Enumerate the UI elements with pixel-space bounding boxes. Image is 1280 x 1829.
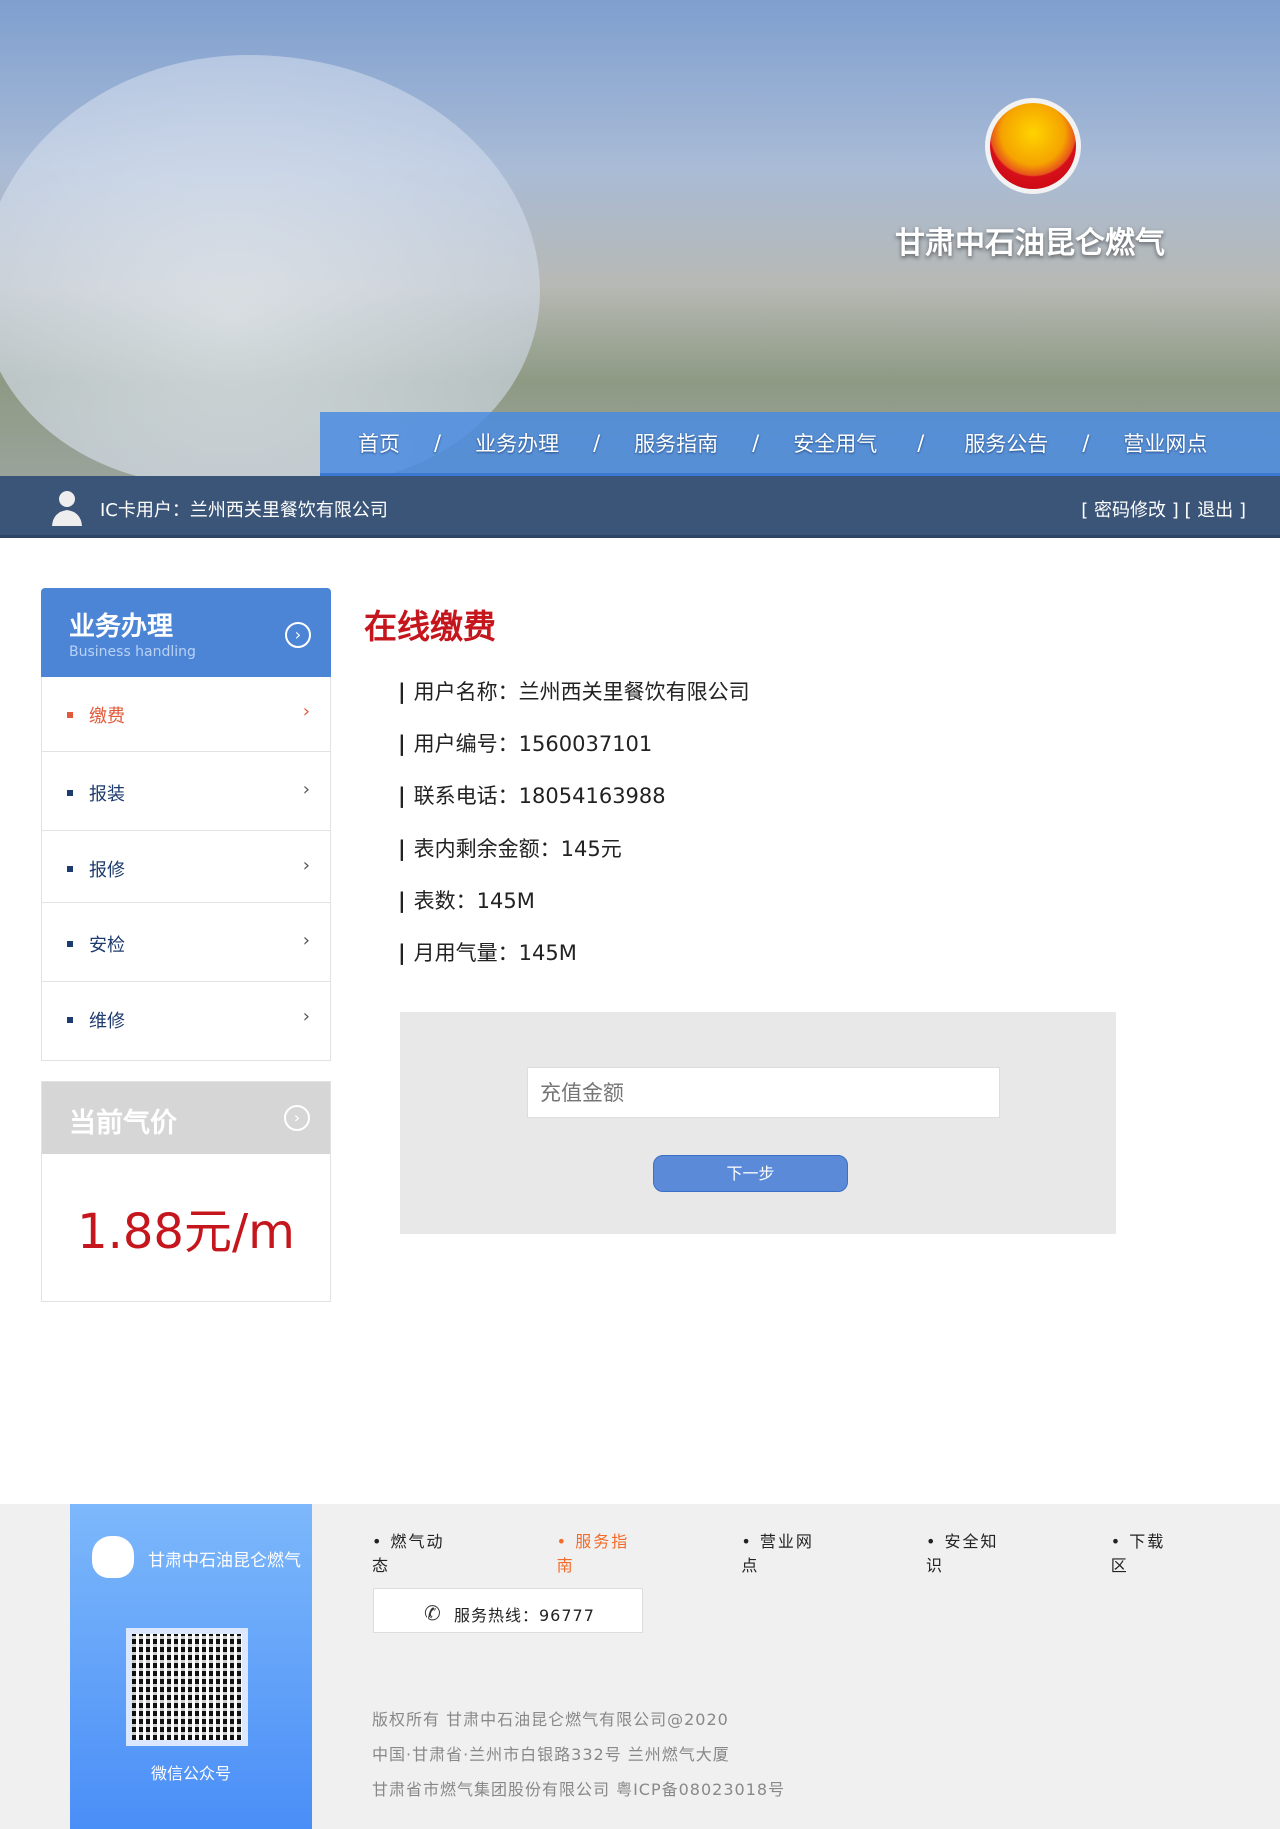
- copyright-line: 版权所有 甘肃中石油昆仑燃气有限公司@2020: [372, 1710, 729, 1729]
- footer-brand: 甘肃中石油昆仑燃气: [148, 1551, 301, 1571]
- company-logo-icon: [985, 98, 1081, 194]
- payment-form: 下一步: [400, 1012, 1116, 1234]
- nav-business[interactable]: 业务办理: [475, 428, 559, 458]
- footer: 甘肃中石油昆仑燃气 微信公众号 • 燃气动态 • 服务指南 • 营业网点 • 安…: [0, 1504, 1280, 1829]
- chevron-right-icon: ›: [302, 930, 310, 951]
- sidebar-title: 业务办理: [69, 612, 174, 642]
- sidebar-subtitle: Business handling: [69, 644, 196, 660]
- phone-icon: ✆: [424, 1601, 442, 1625]
- gas-price-value: 1.88元/m: [77, 1204, 295, 1260]
- logout-link[interactable]: [ 退出 ]: [1185, 500, 1247, 521]
- sidebar-item-payment[interactable]: 缴费 ›: [41, 677, 331, 752]
- chevron-right-circle-icon: ›: [284, 1105, 310, 1131]
- next-button[interactable]: 下一步: [653, 1155, 848, 1192]
- user-name: IC卡用户：兰州西关里餐饮有限公司: [100, 500, 388, 521]
- company-logo-icon: [92, 1536, 134, 1578]
- nav-outlets[interactable]: 营业网点: [1123, 428, 1207, 458]
- qr-label: 微信公众号: [150, 1764, 231, 1783]
- footer-nav: • 燃气动态 • 服务指南 • 营业网点 • 安全知识 • 下载区: [372, 1528, 1280, 1576]
- sidebar-header: 业务办理 Business handling ›: [41, 588, 331, 677]
- sidebar-item-install[interactable]: 报装 ›: [41, 752, 331, 831]
- info-balance: | 表内剩余金额：145元: [398, 837, 622, 861]
- chevron-right-icon: ›: [302, 1006, 310, 1027]
- footer-brand-panel: 甘肃中石油昆仑燃气 微信公众号: [70, 1504, 312, 1829]
- chevron-right-icon: ›: [302, 701, 310, 722]
- nav-separator: /: [1082, 430, 1090, 455]
- user-bar: IC卡用户：兰州西关里餐饮有限公司 [ 密码修改 ] [ 退出 ]: [0, 476, 1280, 538]
- footer-link-outlets[interactable]: • 营业网点: [741, 1528, 868, 1576]
- sidebar-item-label: 安检: [89, 935, 125, 956]
- page-title: 在线缴费: [364, 607, 496, 646]
- sidebar-item-repair-report[interactable]: 报修 ›: [41, 831, 331, 903]
- info-user-name: | 用户名称：兰州西关里餐饮有限公司: [398, 680, 750, 704]
- nav-guide[interactable]: 服务指南: [634, 428, 718, 458]
- sidebar: 业务办理 Business handling › 缴费 › 报装 › 报修 › 安检 ›…: [41, 588, 331, 1061]
- nav-separator: /: [752, 430, 760, 455]
- sidebar-item-label: 报装: [89, 784, 125, 805]
- nav-notice[interactable]: 服务公告: [964, 428, 1048, 458]
- hotline-box: ✆ 服务热线：96777: [373, 1588, 643, 1633]
- user-icon: [52, 491, 82, 526]
- sidebar-item-label: 缴费: [89, 706, 125, 727]
- footer-link-safety[interactable]: • 安全知识: [926, 1528, 1053, 1576]
- nav-separator: /: [434, 430, 442, 455]
- banner: 甘肃中石油昆仑燃气 首页 / 业务办理 / 服务指南 / 安全用气 / 服务公告 / 营业…: [0, 0, 1280, 476]
- gas-price-title: 当前气价: [69, 1108, 177, 1139]
- nav-home[interactable]: 首页: [358, 428, 400, 458]
- footer-link-news[interactable]: • 燃气动态: [372, 1528, 499, 1576]
- sidebar-item-inspection[interactable]: 安检 ›: [41, 903, 331, 982]
- info-user-id: | 用户编号：1560037101: [398, 732, 653, 756]
- amount-input[interactable]: [527, 1067, 1000, 1118]
- wechat-qr-code: [126, 1628, 248, 1746]
- change-password-link[interactable]: [ 密码修改 ]: [1081, 500, 1179, 521]
- brand-name: 甘肃中石油昆仑燃气: [895, 226, 1165, 261]
- footer-link-downloads[interactable]: • 下载区: [1111, 1528, 1222, 1576]
- nav-separator: /: [917, 430, 925, 455]
- chevron-right-icon: ›: [302, 779, 310, 800]
- sidebar-item-maintenance[interactable]: 维修 ›: [41, 982, 331, 1061]
- sidebar-item-label: 维修: [89, 1011, 125, 1032]
- chevron-right-icon: ›: [302, 855, 310, 876]
- hotline-text: 服务热线：96777: [454, 1606, 595, 1625]
- address-line: 中国·甘肃省·兰州市白银路332号 兰州燃气大厦: [372, 1745, 730, 1764]
- info-phone: | 联系电话：18054163988: [398, 784, 666, 808]
- nav-separator: /: [593, 430, 601, 455]
- chevron-right-circle-icon: ›: [285, 622, 311, 648]
- sidebar-item-label: 报修: [89, 860, 125, 881]
- footer-link-guide[interactable]: • 服务指南: [557, 1528, 684, 1576]
- info-meter-reading: | 表数：145M: [398, 889, 535, 913]
- info-monthly-usage: | 月用气量：145M: [398, 941, 577, 965]
- nav-safety[interactable]: 安全用气: [793, 428, 877, 458]
- icp-line: 甘肃省市燃气集团股份有限公司 粤ICP备08023018号: [372, 1780, 786, 1799]
- gas-price-panel: 当前气价 › 1.88元/m: [41, 1081, 331, 1302]
- main-nav: 首页 / 业务办理 / 服务指南 / 安全用气 / 服务公告 / 营业网点: [320, 412, 1280, 476]
